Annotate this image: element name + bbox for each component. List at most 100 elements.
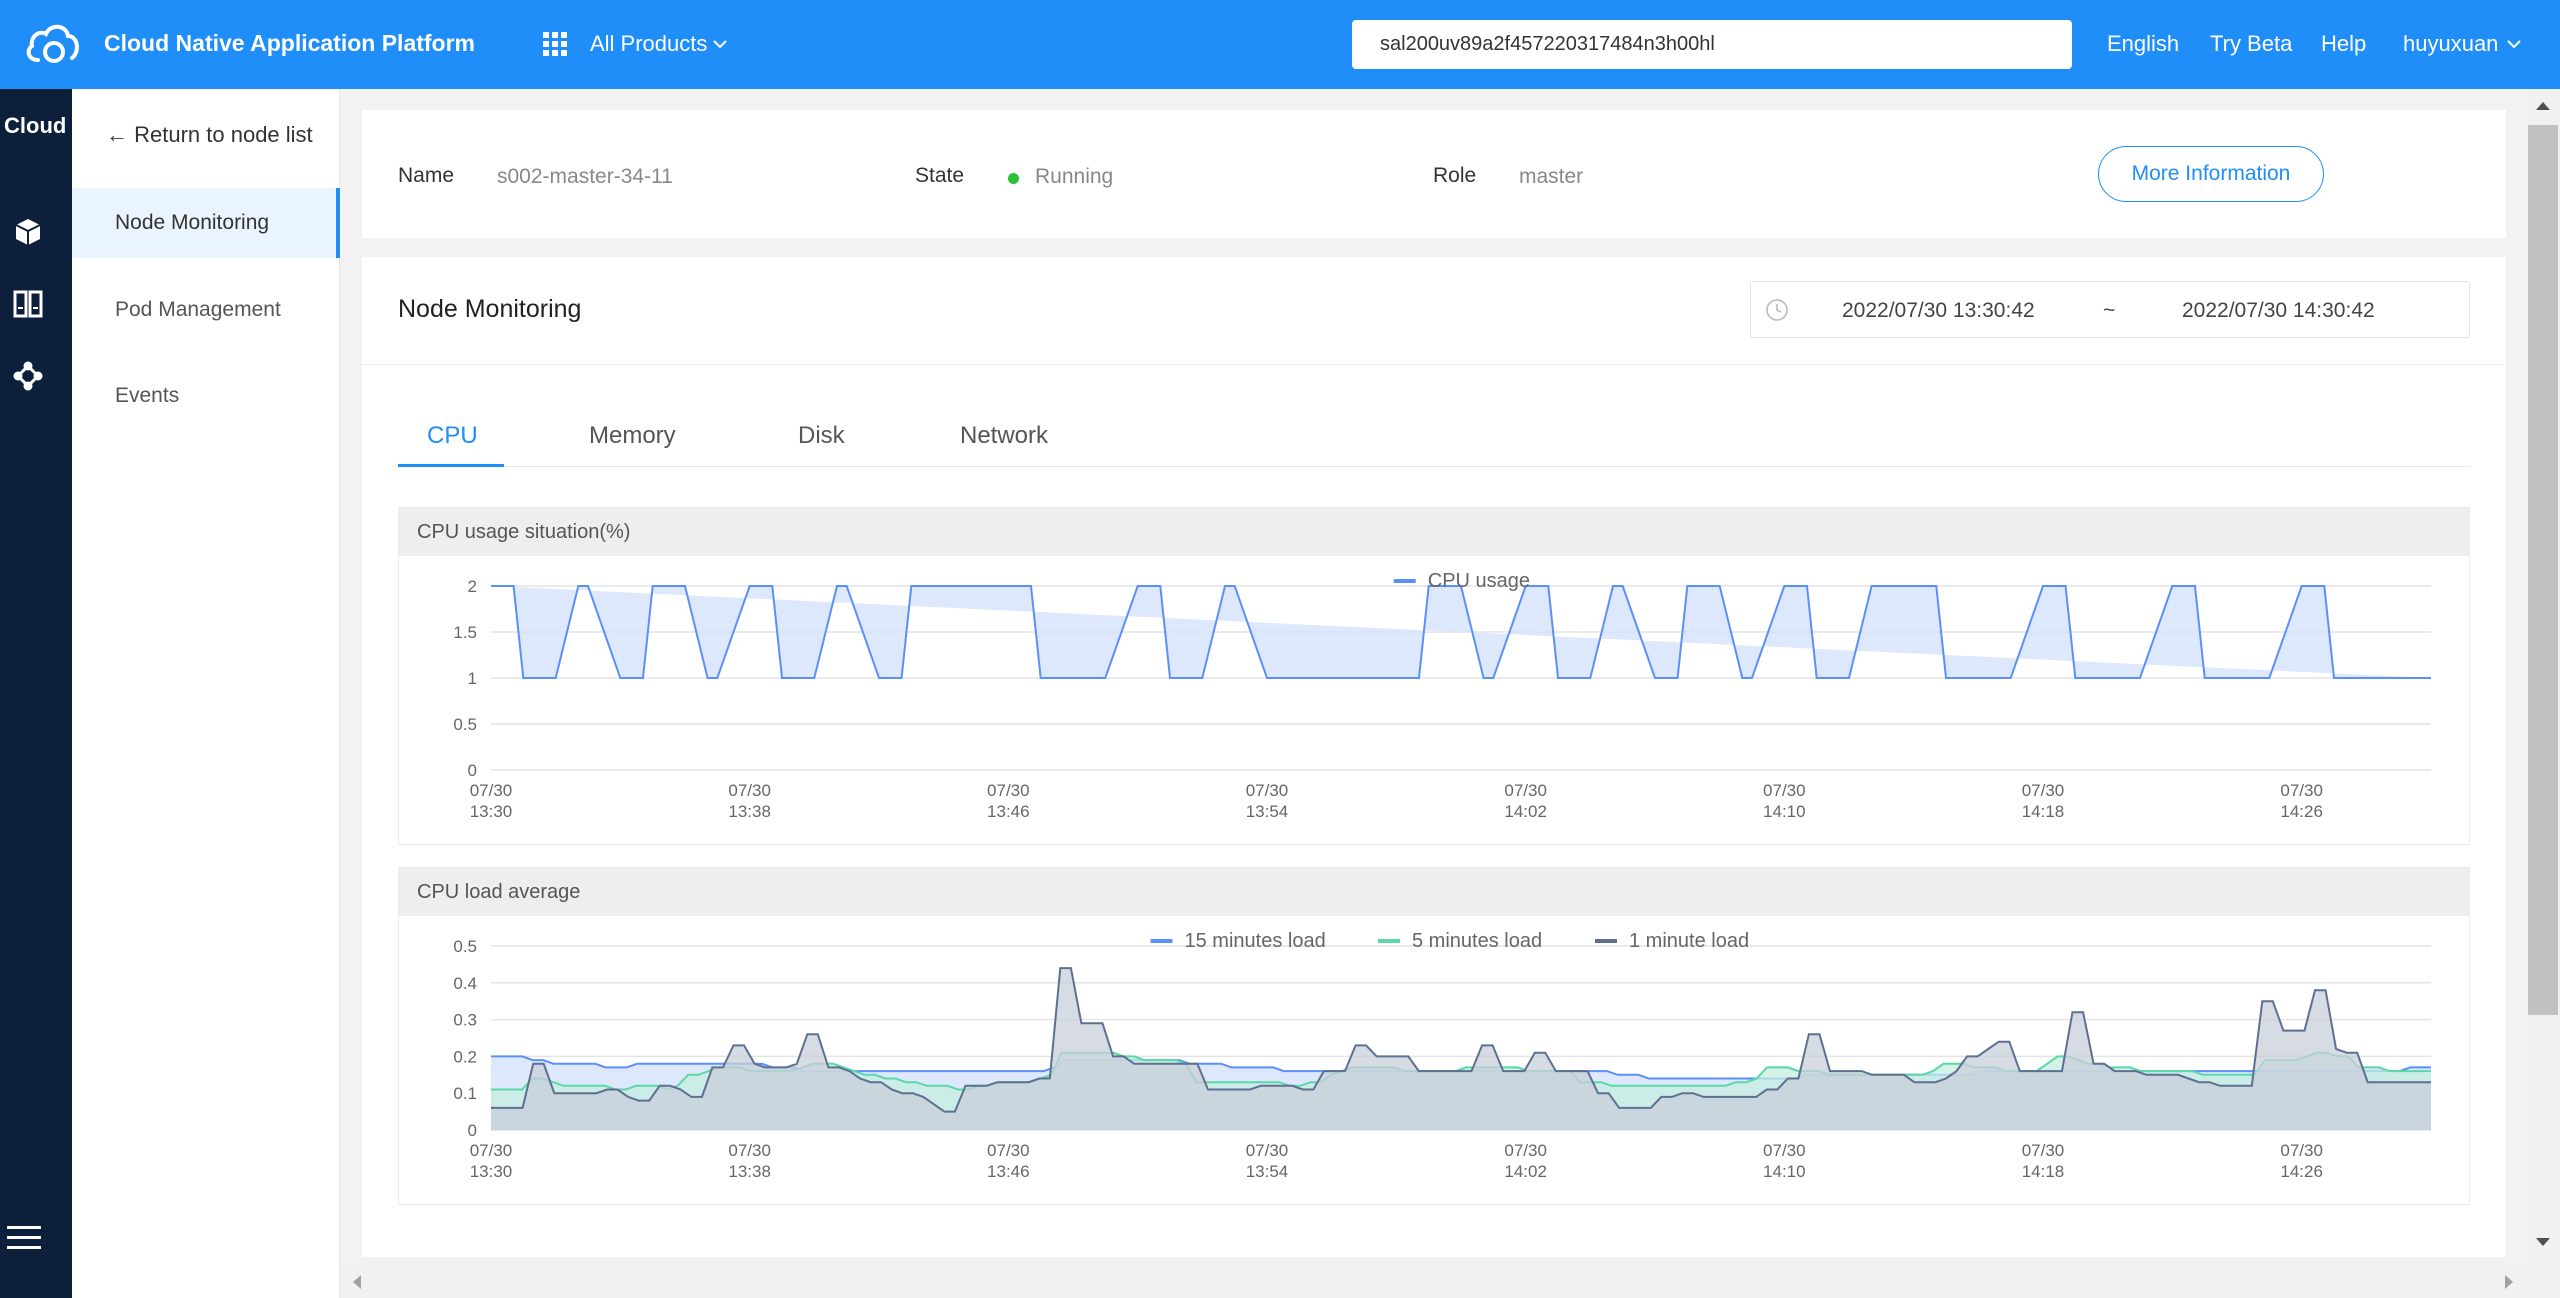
x-tick-label: 14:18 [2022, 1162, 2065, 1181]
x-tick-label: 07/30 [728, 781, 771, 800]
x-tick-label: 14:26 [2280, 802, 2323, 821]
node-info-card: Name s002-master-34-11 State Running Rol… [362, 110, 2506, 238]
search-input[interactable] [1352, 20, 2072, 69]
cpu-usage-title: CPU usage situation(%) [399, 508, 2469, 556]
x-tick-label: 13:54 [1246, 802, 1289, 821]
cube-icon[interactable] [13, 217, 43, 247]
cpu-usage-panel: CPU usage situation(%) 0 0.5 1 1.5 2 07/30 13:… [398, 507, 2470, 845]
role-value: master [1519, 165, 1584, 188]
legend-label: CPU usage [1428, 570, 1530, 592]
cpu-load-title: CPU load average [399, 868, 2469, 916]
clock-icon [1766, 299, 1788, 321]
node-name-value: s002-master-34-11 [497, 165, 673, 188]
x-tick-label: 07/30 [2022, 781, 2065, 800]
x-tick-label: 07/30 [987, 1141, 1030, 1160]
secondary-sidebar: ← Return to node list Node Monitoring Po… [72, 89, 340, 1298]
x-tick-label: 07/30 [1763, 1141, 1806, 1160]
all-products-menu[interactable]: All Products [590, 31, 707, 57]
x-tick-label: 07/30 [1763, 781, 1806, 800]
state-label: State [915, 164, 965, 187]
series-area [491, 968, 2431, 1130]
scroll-up-arrow-icon[interactable] [2535, 101, 2551, 111]
y-tick-label: 0.5 [453, 715, 477, 734]
x-tick-label: 14:26 [2280, 1162, 2323, 1181]
language-link[interactable]: English [2107, 31, 2179, 57]
metric-tabs: CPU Memory Disk Network [398, 402, 2470, 467]
time-range-picker[interactable]: 2022/07/30 13:30:42 ~ 2022/07/30 14:30:4… [1750, 281, 2470, 338]
time-start[interactable]: 2022/07/30 13:30:42 [1842, 299, 2035, 323]
apps-grid-icon[interactable] [543, 32, 567, 56]
tab-network[interactable]: Network [960, 422, 1048, 450]
horizontal-scrollbar[interactable] [340, 1264, 2526, 1298]
scroll-left-arrow-icon[interactable] [352, 1274, 362, 1290]
x-tick-label: 07/30 [470, 1141, 513, 1160]
app-title[interactable]: Cloud Native Application Platform [104, 30, 475, 57]
x-tick-label: 14:18 [2022, 802, 2065, 821]
cpu-load-chart[interactable]: 0 0.1 0.2 0.3 0.4 0.5 07/30 13:30 07/30 13:38 07/3… [399, 916, 2469, 1204]
return-to-node-list-link[interactable]: ← Return to node list [106, 122, 313, 148]
time-end[interactable]: 2022/07/30 14:30:42 [2182, 299, 2375, 323]
help-link[interactable]: Help [2321, 31, 2366, 57]
columns-icon[interactable] [13, 289, 43, 319]
user-menu[interactable]: huyuxuan [2403, 31, 2498, 57]
scroll-down-arrow-icon[interactable] [2535, 1237, 2551, 1247]
tab-cpu[interactable]: CPU [427, 422, 478, 450]
name-label: Name [398, 164, 455, 187]
x-tick-label: 07/30 [1504, 781, 1547, 800]
x-tick-label: 07/30 [1504, 1141, 1547, 1160]
cloud-logo-icon[interactable] [24, 22, 80, 66]
top-navigation-bar: Cloud Native Application Platform All Pr… [0, 0, 2560, 89]
x-tick-label: 14:02 [1504, 1162, 1547, 1181]
status-dot [1008, 173, 1019, 184]
sidebar-item-node-monitoring[interactable]: Node Monitoring [72, 188, 340, 258]
chevron-down-icon[interactable] [713, 40, 727, 49]
cluster-nodes-icon[interactable] [13, 361, 43, 391]
x-tick-label: 13:38 [728, 802, 771, 821]
legend-label: 1 minute load [1629, 930, 1749, 952]
x-tick-label: 07/30 [987, 781, 1030, 800]
x-tick-label: 14:10 [1763, 1162, 1806, 1181]
legend-label: 15 minutes load [1185, 930, 1326, 952]
scroll-right-arrow-icon[interactable] [2504, 1274, 2514, 1290]
state-value: Running [1035, 165, 1114, 188]
y-tick-label: 0 [468, 761, 477, 780]
tab-disk[interactable]: Disk [798, 422, 845, 450]
sidebar-item-events[interactable]: Events [72, 361, 340, 431]
y-tick-label: 2 [468, 577, 477, 596]
divider [362, 364, 2506, 365]
hamburger-menu-icon[interactable] [7, 1226, 41, 1250]
x-tick-label: 13:30 [470, 802, 513, 821]
time-separator: ~ [2103, 299, 2116, 322]
y-tick-label: 0.5 [453, 937, 477, 956]
x-tick-label: 13:38 [728, 1162, 771, 1181]
y-tick-label: 0.1 [453, 1084, 477, 1103]
x-tick-label: 07/30 [1246, 781, 1289, 800]
x-tick-label: 13:30 [470, 1162, 513, 1181]
x-tick-label: 07/30 [2022, 1141, 2065, 1160]
node-monitoring-card: Node Monitoring 2022/07/30 13:30:42 ~ 20… [362, 257, 2506, 1257]
x-tick-label: 14:10 [1763, 802, 1806, 821]
more-information-button[interactable]: More Information [2098, 146, 2324, 202]
y-tick-label: 0 [468, 1121, 477, 1140]
scrollbar-thumb[interactable] [2528, 125, 2558, 1015]
active-tab-indicator [398, 464, 504, 467]
legend-label: 5 minutes load [1412, 930, 1542, 952]
tab-memory[interactable]: Memory [589, 422, 676, 450]
sidebar-item-pod-management[interactable]: Pod Management [72, 275, 340, 345]
cpu-load-panel: CPU load average 0 0.1 0.2 0.3 0.4 0.5 07/30 13… [398, 867, 2470, 1205]
chevron-down-icon[interactable] [2507, 40, 2521, 49]
x-tick-label: 13:54 [1246, 1162, 1289, 1181]
x-tick-label: 13:46 [987, 802, 1030, 821]
x-tick-label: 07/30 [2280, 1141, 2323, 1160]
x-tick-label: 07/30 [2280, 781, 2323, 800]
try-beta-link[interactable]: Try Beta [2210, 31, 2292, 57]
y-tick-label: 1.5 [453, 623, 477, 642]
x-tick-label: 07/30 [728, 1141, 771, 1160]
cpu-usage-chart[interactable]: 0 0.5 1 1.5 2 07/30 13:30 07/30 13:38 07/30 13:46 0… [399, 556, 2469, 844]
vertical-scrollbar[interactable] [2526, 89, 2560, 1298]
y-tick-label: 0.2 [453, 1047, 477, 1066]
role-label: Role [1433, 164, 1477, 187]
product-rail: Cloud [0, 89, 72, 1298]
x-tick-label: 07/30 [1246, 1141, 1289, 1160]
x-tick-label: 13:46 [987, 1162, 1030, 1181]
